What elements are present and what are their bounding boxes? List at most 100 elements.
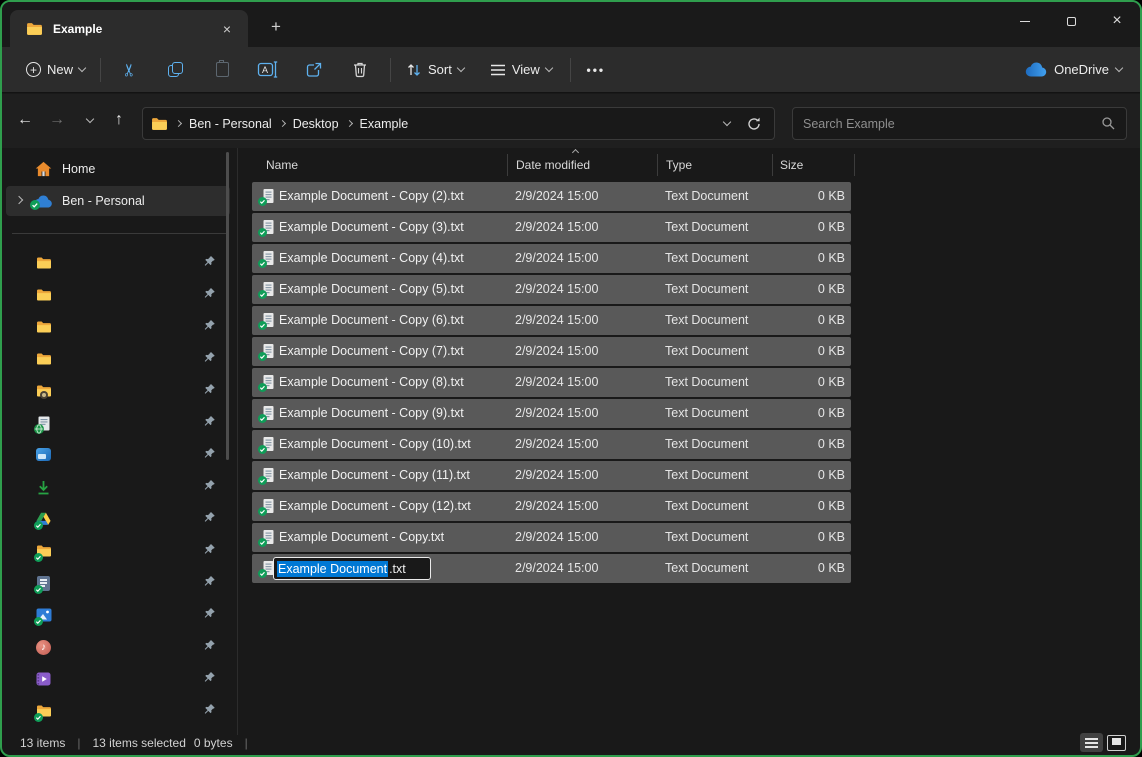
address-dropdown-icon[interactable] [723,118,731,126]
copy-icon [168,62,184,78]
sidebar-pinned-item[interactable] [2,536,238,568]
file-row[interactable]: Example Document - Copy (5).txt 2/9/2024… [252,275,851,304]
file-row[interactable]: Example Document - Copy (9).txt 2/9/2024… [252,399,851,428]
item-count: 13 items [20,736,65,750]
large-icons-view-toggle[interactable] [1107,735,1126,751]
tab-close-icon[interactable]: × [216,18,238,40]
sidebar-item-home[interactable]: Home [6,154,230,184]
sidebar-pinned-item[interactable] [2,344,238,376]
column-header-type[interactable]: Type [666,158,692,172]
breadcrumb-ben-personal[interactable]: Ben - Personal [183,114,278,134]
selection-size: 0 bytes [194,736,233,750]
search-input[interactable] [803,117,1101,131]
expand-chevron-icon[interactable] [6,200,32,203]
sidebar-pinned-item[interactable] [2,280,238,312]
file-date: 2/9/2024 15:00 [515,220,598,234]
file-row[interactable]: Example Document - Copy (11).txt 2/9/202… [252,461,851,490]
file-row[interactable]: Example Document - Copy (3).txt 2/9/2024… [252,213,851,242]
downloads-icon [36,480,52,496]
column-header-date-modified[interactable]: Date modified [516,158,590,172]
file-size: 0 KB [818,282,845,296]
svg-text:A: A [262,65,268,75]
file-row[interactable]: Example Document - Copy.txt 2/9/2024 15:… [252,523,851,552]
share-button[interactable] [296,55,332,85]
close-button[interactable]: × [1094,2,1140,40]
new-tab-button[interactable]: + [264,15,288,39]
toolbar-divider [390,58,391,82]
more-icon: ••• [587,63,606,77]
sync-check-icon [258,290,267,299]
sort-icon [406,62,422,78]
address-bar[interactable]: Ben - Personal Desktop Example [142,107,775,140]
view-button-label: View [512,62,540,77]
file-row[interactable]: Example Document - Copy (12).txt 2/9/202… [252,492,851,521]
text-file-icon [260,498,276,514]
recent-locations-button[interactable] [75,105,105,135]
cut-button[interactable]: ✂ [112,55,148,85]
status-divider: | [77,736,80,750]
sync-check-icon [258,352,267,361]
maximize-icon [1067,17,1076,26]
column-header-size[interactable]: Size [780,158,803,172]
sidebar-pinned-item[interactable] [2,248,238,280]
file-row[interactable]: Example Document - Copy (2).txt 2/9/2024… [252,182,851,211]
pin-icon [203,383,216,401]
chevron-down-icon [545,64,553,72]
sidebar-pinned-item[interactable] [2,440,238,472]
sidebar-pinned-item[interactable] [2,472,238,504]
tab-example[interactable]: Example × [10,10,248,47]
file-row[interactable]: Example Document - Copy (4).txt 2/9/2024… [252,244,851,273]
folder-icon [36,288,52,304]
navigation-pane: Home Ben - Personal ♪ [2,148,238,735]
onedrive-status-button[interactable]: OneDrive [1025,62,1122,77]
sidebar-pinned-item[interactable] [2,408,238,440]
text-file-icon [260,405,276,421]
sidebar-pinned-item[interactable] [2,664,238,696]
file-type: Text Document [665,406,748,420]
details-view-toggle[interactable] [1080,733,1103,752]
minimize-button[interactable] [1002,2,1048,40]
sort-button[interactable]: Sort [398,56,472,84]
search-box[interactable] [792,107,1127,140]
maximize-button[interactable] [1048,2,1094,40]
sidebar-pinned-item[interactable] [2,504,238,536]
file-row[interactable]: Example Document - Copy (7).txt 2/9/2024… [252,337,851,366]
refresh-icon[interactable] [746,116,762,132]
doc-check-icon [36,576,52,592]
back-button[interactable]: ← [10,105,40,135]
column-header-name[interactable]: Name [266,158,298,172]
home-icon [32,161,54,177]
rename-input[interactable]: Example Document.txt [273,557,431,580]
view-button[interactable]: View [482,56,560,83]
file-row-rename[interactable]: Example Document.txt 2/9/2024 15:00 Text… [252,554,851,583]
paste-button[interactable] [204,55,240,85]
sidebar-pinned-item[interactable] [2,696,238,728]
file-date: 2/9/2024 15:00 [515,251,598,265]
sidebar-scrollbar[interactable] [226,152,229,460]
sidebar-pinned-item[interactable] [2,312,238,344]
file-row[interactable]: Example Document - Copy (6).txt 2/9/2024… [252,306,851,335]
file-list: Example Document - Copy (2).txt 2/9/2024… [252,182,851,585]
sidebar-pinned-item[interactable]: ♪ [2,632,238,664]
sidebar-pinned-item[interactable] [2,568,238,600]
copy-button[interactable] [158,55,194,85]
sync-check-icon [258,259,267,268]
file-date: 2/9/2024 15:00 [515,344,598,358]
more-options-button[interactable]: ••• [578,55,614,85]
breadcrumb-desktop[interactable]: Desktop [287,114,345,134]
breadcrumb-example[interactable]: Example [354,114,415,134]
file-date: 2/9/2024 15:00 [515,561,598,575]
sync-check-icon [258,414,267,423]
file-row[interactable]: Example Document - Copy (10).txt 2/9/202… [252,430,851,459]
delete-button[interactable] [342,55,378,85]
up-button[interactable]: ↑ [104,105,134,135]
new-button[interactable]: + New [18,56,93,83]
sidebar-item-ben-personal[interactable]: Ben - Personal [6,186,230,216]
folder-icon [26,22,43,36]
forward-button[interactable]: → [42,105,72,135]
sidebar-pinned-item[interactable] [2,600,238,632]
rename-button[interactable]: A [250,55,286,85]
window-controls: × [1002,2,1140,42]
sidebar-pinned-item[interactable] [2,376,238,408]
file-row[interactable]: Example Document - Copy (8).txt 2/9/2024… [252,368,851,397]
